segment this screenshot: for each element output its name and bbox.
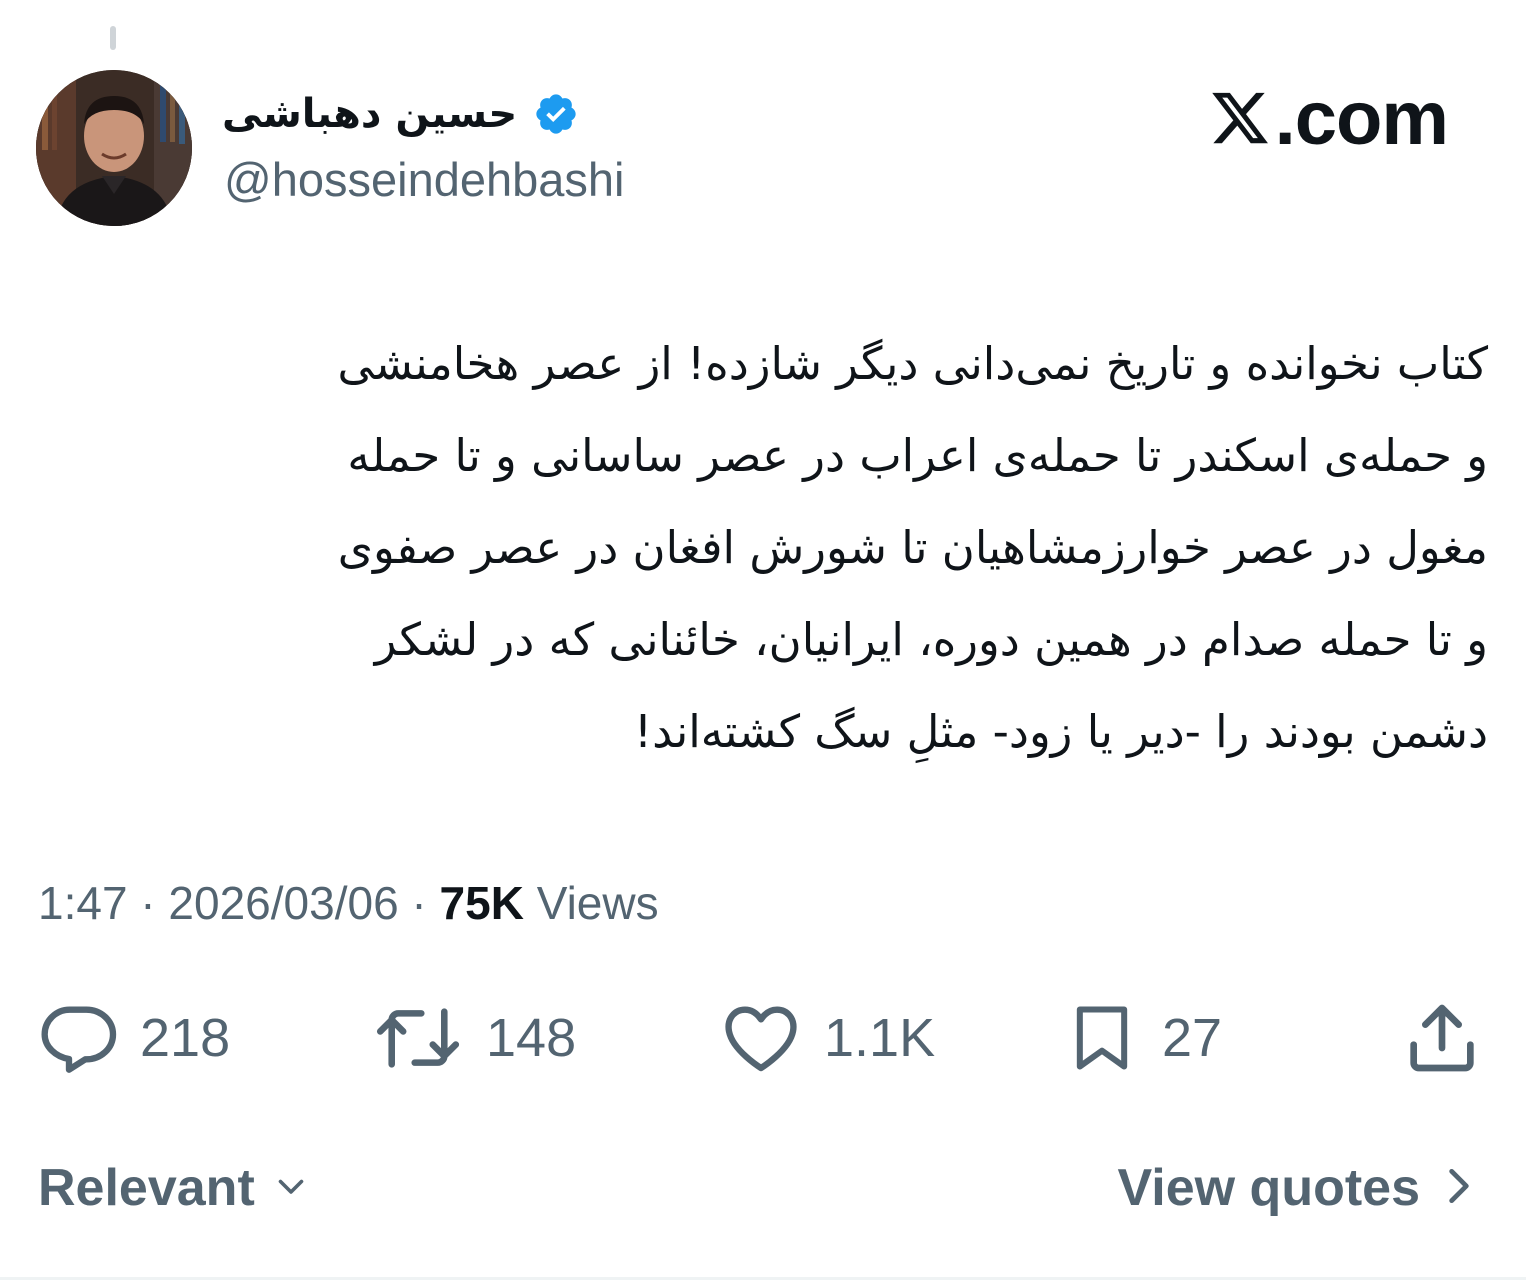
tweet-line: دشمن بودند را -دیر یا زود- مثلِ سگ کشته‌… <box>634 705 1488 758</box>
meta-separator: · <box>398 877 440 929</box>
brand-watermark: .com <box>1207 76 1449 161</box>
reply-count: 218 <box>140 1008 231 1068</box>
repost-icon <box>372 998 464 1078</box>
tweet-line: و حمله‌ی اسکندر تا حمله‌ی اعراب در عصر س… <box>347 429 1488 482</box>
brand-text: .com <box>1274 75 1449 161</box>
repost-button[interactable]: 148 <box>372 996 576 1080</box>
verified-badge-icon <box>533 91 579 137</box>
author-name-row[interactable]: حسین دهباشی <box>222 84 579 144</box>
action-bar: 218 148 1.1K 27 <box>0 996 1526 1080</box>
share-button[interactable] <box>1402 996 1482 1080</box>
view-quotes-label: View quotes <box>1117 1159 1420 1217</box>
views-count: 75K <box>439 877 524 929</box>
drag-handle[interactable] <box>110 26 116 50</box>
heart-icon <box>720 998 802 1078</box>
bookmark-button[interactable]: 27 <box>1064 996 1222 1080</box>
sort-replies-dropdown[interactable]: Relevant <box>38 1158 309 1218</box>
bookmark-icon <box>1064 998 1140 1078</box>
author-handle[interactable]: @hosseindehbashi <box>224 152 625 207</box>
tweet-date[interactable]: 2026/03/06 <box>168 877 398 929</box>
x-logo-icon <box>1207 87 1273 149</box>
chevron-right-icon <box>1444 1164 1474 1212</box>
avatar[interactable] <box>36 70 192 226</box>
tweet-text: کتاب نخوانده و تاریخ نمی‌دانی دیگر شازده… <box>40 318 1488 778</box>
tweet-line: کتاب نخوانده و تاریخ نمی‌دانی دیگر شازده… <box>337 337 1488 390</box>
chevron-down-icon <box>273 1168 309 1208</box>
tweet-meta: 1:47 · 2026/03/06 · 75K Views <box>38 876 659 930</box>
tweet-line: مغول در عصر خوارزمشاهیان تا شورش افغان د… <box>337 521 1488 574</box>
reply-icon <box>38 998 118 1078</box>
share-icon <box>1402 998 1482 1078</box>
tweet-line: و تا حمله صدام در همین دوره، ایرانیان، خ… <box>374 613 1488 666</box>
like-count: 1.1K <box>824 1008 936 1068</box>
views-label: Views <box>523 877 659 929</box>
display-name[interactable]: حسین دهباشی <box>222 91 517 137</box>
like-button[interactable]: 1.1K <box>720 996 935 1080</box>
tweet-time[interactable]: 1:47 <box>38 877 128 929</box>
bookmark-count: 27 <box>1162 1008 1223 1068</box>
sort-label: Relevant <box>38 1159 255 1217</box>
view-quotes-link[interactable]: View quotes <box>1118 1158 1474 1218</box>
meta-separator: · <box>127 877 169 929</box>
repost-count: 148 <box>486 1008 577 1068</box>
reply-button[interactable]: 218 <box>38 996 230 1080</box>
